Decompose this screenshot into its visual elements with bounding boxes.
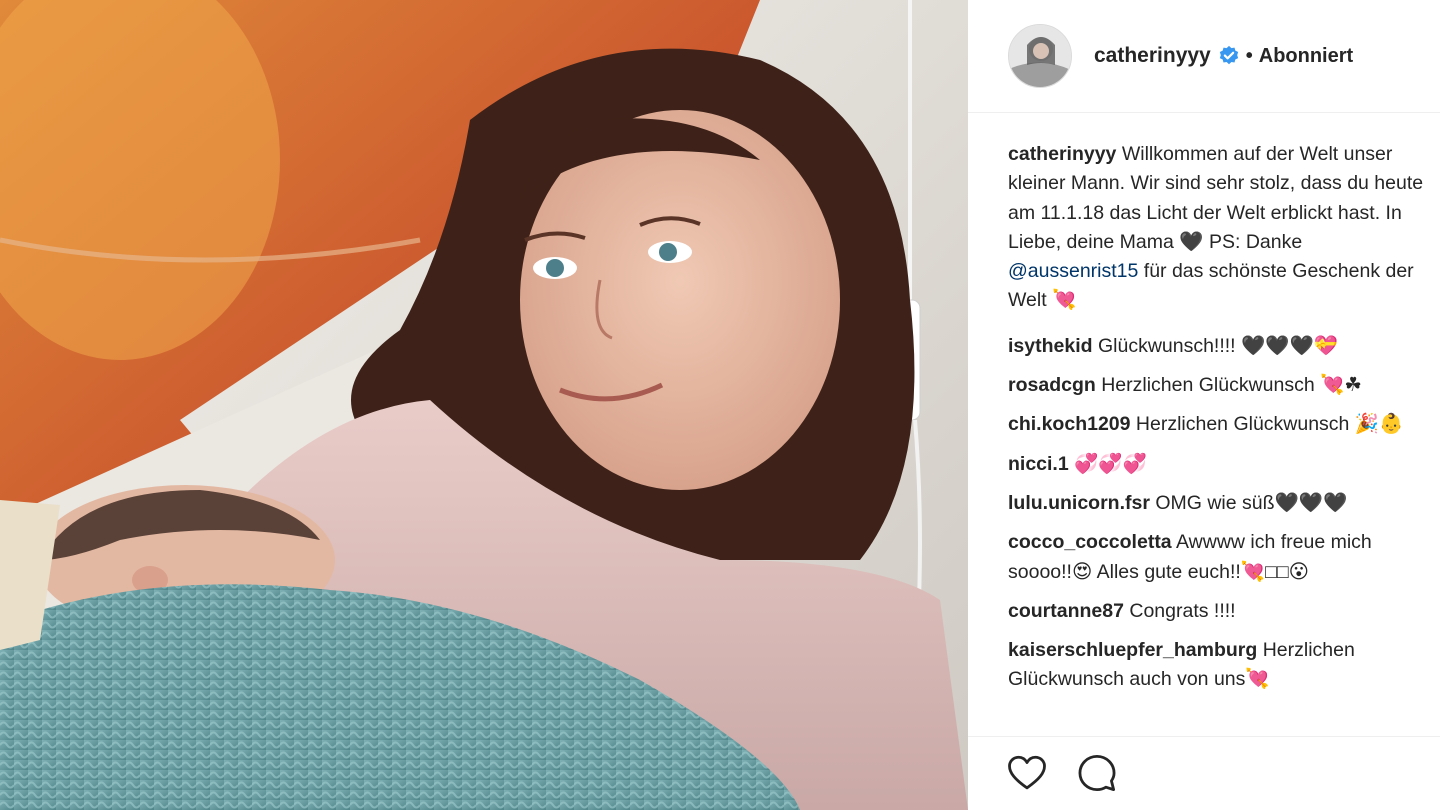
comment-username[interactable]: nicci.1 bbox=[1008, 453, 1069, 475]
comment-username[interactable]: rosadcgn bbox=[1008, 374, 1096, 396]
comment-item: cocco_coccoletta Awwww ich freue mich so… bbox=[1008, 528, 1436, 587]
comment-text: Glückwunsch!!!! 🖤🖤🖤💝 bbox=[1097, 334, 1339, 357]
comment-username[interactable]: isythekid bbox=[1008, 335, 1093, 357]
post-photo[interactable] bbox=[0, 0, 968, 810]
comment-item: chi.koch1209 Herzlichen Glückwunsch 🎉👶 bbox=[1008, 410, 1436, 439]
comment-icon bbox=[1078, 754, 1116, 792]
follow-status-button[interactable]: Abonniert bbox=[1259, 45, 1353, 68]
comment-item: rosadcgn Herzlichen Glückwunsch 💘☘ bbox=[1008, 371, 1436, 400]
author-username[interactable]: catherinyyy bbox=[1094, 44, 1211, 68]
verified-badge-icon bbox=[1219, 45, 1238, 65]
comment-username[interactable]: courtanne87 bbox=[1008, 600, 1124, 622]
comment-item: kaiserschluepfer_hamburg Herzlichen Glüc… bbox=[1008, 636, 1436, 695]
comments-section: catherinyyy Willkommen auf der Welt unse… bbox=[1008, 140, 1436, 705]
comment-item: courtanne87 Congrats !!!! bbox=[1008, 597, 1436, 626]
post-photo-image bbox=[0, 0, 968, 810]
caption-username[interactable]: catherinyyy bbox=[1008, 143, 1116, 165]
comment-item: isythekid Glückwunsch!!!! 🖤🖤🖤💝 bbox=[1008, 332, 1436, 361]
actions-divider bbox=[968, 736, 1440, 737]
like-button[interactable] bbox=[1006, 752, 1048, 794]
comment-text: Congrats !!!! bbox=[1129, 599, 1236, 622]
post-actions bbox=[1006, 752, 1118, 794]
comment-item: lulu.unicorn.fsr OMG wie süß🖤🖤🖤 bbox=[1008, 489, 1436, 518]
header-divider bbox=[968, 112, 1440, 113]
comment-button[interactable] bbox=[1076, 752, 1118, 794]
avatar-image bbox=[1009, 25, 1071, 87]
comment-text: Herzlichen Glückwunsch 💘☘ bbox=[1101, 374, 1362, 397]
author-avatar[interactable] bbox=[1008, 24, 1072, 88]
comment-username[interactable]: cocco_coccoletta bbox=[1008, 531, 1172, 553]
heart-icon bbox=[1008, 755, 1046, 790]
comment-text: 💞💞💞 bbox=[1074, 452, 1147, 475]
comment-username[interactable]: lulu.unicorn.fsr bbox=[1008, 492, 1150, 514]
header-separator: • bbox=[1245, 44, 1253, 67]
comment-text: OMG wie süß🖤🖤🖤 bbox=[1155, 491, 1348, 514]
comment-text: Herzlichen Glückwunsch 🎉👶 bbox=[1135, 413, 1404, 436]
comment-username[interactable]: kaiserschluepfer_hamburg bbox=[1008, 639, 1257, 661]
post-header: catherinyyy • Abonniert bbox=[968, 0, 1440, 112]
comment-username[interactable]: chi.koch1209 bbox=[1008, 413, 1130, 435]
caption-mention-link[interactable]: @aussenrist15 bbox=[1008, 260, 1138, 282]
post-sidebar: catherinyyy • Abonniert catherinyyy Will… bbox=[968, 0, 1440, 810]
comment-item: nicci.1 💞💞💞 bbox=[1008, 450, 1436, 479]
post-caption: catherinyyy Willkommen auf der Welt unse… bbox=[1008, 140, 1436, 316]
